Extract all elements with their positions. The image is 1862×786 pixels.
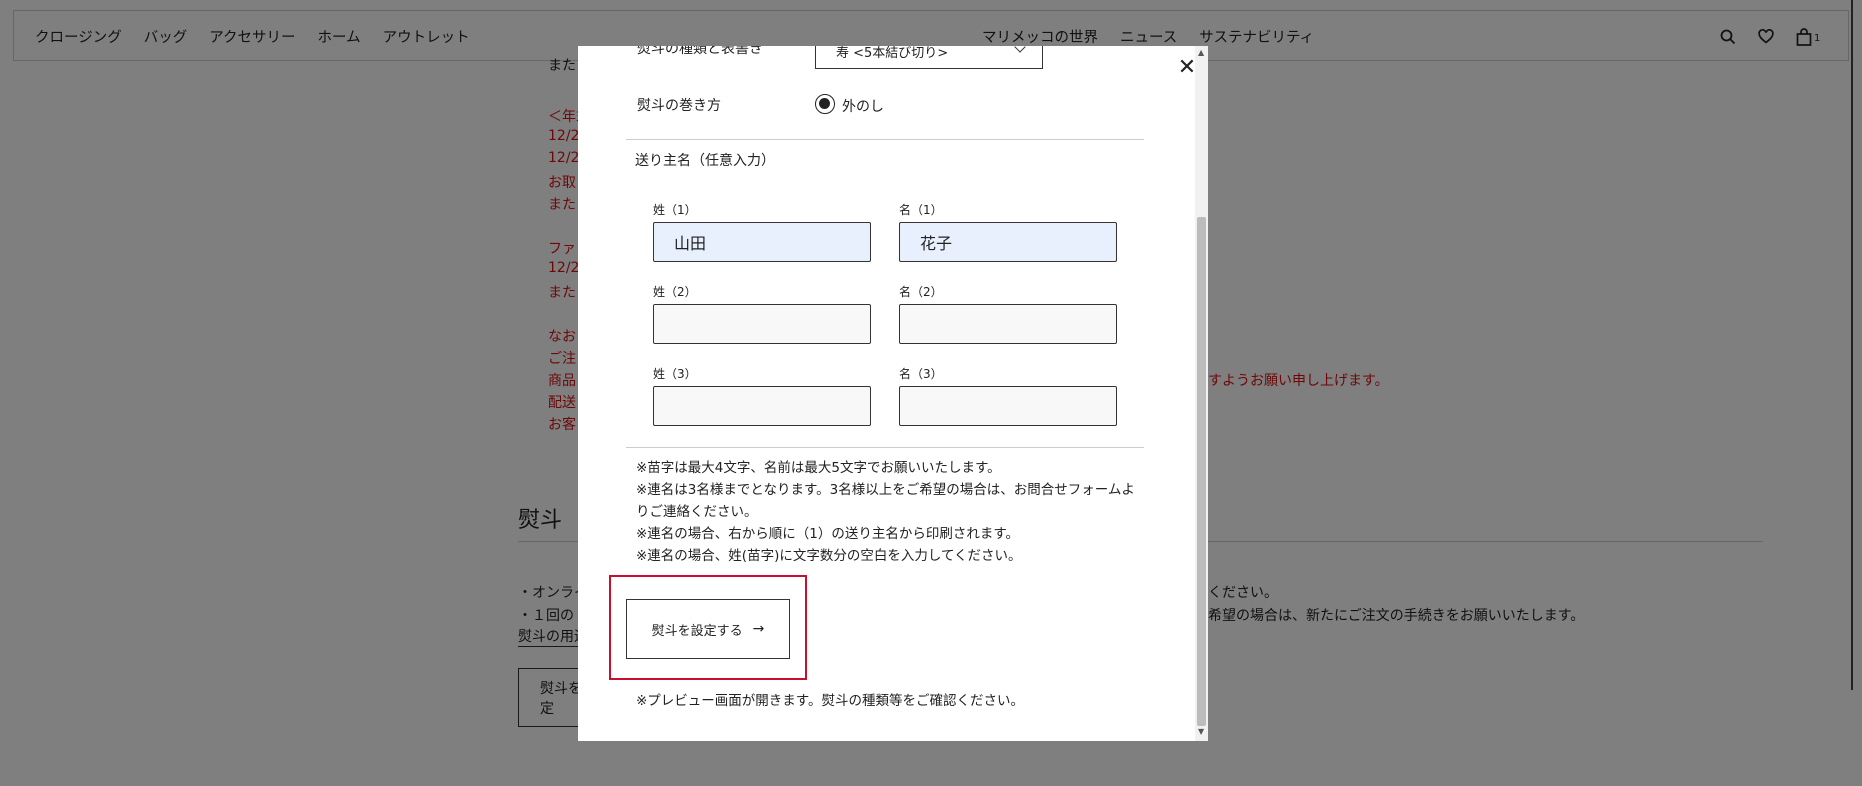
wrap-outer-radio[interactable] — [815, 94, 835, 114]
first-name-1-input[interactable] — [899, 222, 1117, 262]
scrollbar-thumb[interactable] — [1197, 217, 1206, 726]
wrap-outer-option-label[interactable]: 外のし — [842, 96, 884, 116]
divider — [626, 447, 1144, 448]
noshi-modal: 熨斗の種類と表書き 寿 <5本結び切り> 熨斗の巻き方 外のし 送り主名（任意入… — [578, 46, 1208, 741]
first-name-2-label: 名（2） — [899, 285, 943, 299]
noshi-type-label: 熨斗の種類と表書き — [637, 46, 763, 57]
scroll-down-arrow-icon[interactable]: ▼ — [1198, 727, 1204, 736]
sender-name-title: 送り主名（任意入力） — [635, 153, 775, 169]
last-name-1-label: 姓（1） — [653, 203, 697, 217]
first-name-3-label: 名（3） — [899, 367, 943, 381]
name-notes: ※苗字は最大4文字、名前は最大5文字でお願いいたします。 ※連名は3名様までとな… — [636, 457, 1136, 567]
set-noshi-label: 熨斗を設定する — [651, 623, 743, 639]
wrap-style-label: 熨斗の巻き方 — [637, 98, 721, 114]
preview-note: ※プレビュー画面が開きます。熨斗の種類等をご確認ください。 — [636, 693, 1024, 709]
divider — [626, 139, 1144, 140]
noshi-type-value: 寿 <5本結び切り> — [836, 46, 949, 61]
note-line: ※苗字は最大4文字、名前は最大5文字でお願いいたします。 — [636, 460, 1001, 476]
note-line: ※連名の場合、右から順に（1）の送り主名から印刷されます。 — [636, 526, 1020, 542]
window-edge — [1851, 0, 1853, 690]
noshi-type-select[interactable]: 寿 <5本結び切り> — [815, 46, 1043, 69]
first-name-1-label: 名（1） — [899, 203, 943, 217]
set-noshi-button[interactable]: 熨斗を設定する → — [626, 599, 790, 659]
scroll-up-arrow-icon[interactable]: ▲ — [1198, 48, 1204, 57]
note-line: ※連名の場合、姓(苗字)に文字数分の空白を入力してください。 — [636, 548, 1022, 564]
modal-scrollbar[interactable]: ▲ ▼ — [1195, 46, 1208, 741]
arrow-right-icon: → — [752, 621, 765, 637]
last-name-3-input[interactable] — [653, 386, 871, 426]
chevron-down-icon — [1014, 46, 1026, 53]
last-name-1-input[interactable] — [653, 222, 871, 262]
note-line: ※連名は3名様までとなります。3名様以上をご希望の場合は、お問合せフォームよりご… — [636, 482, 1135, 520]
first-name-2-input[interactable] — [899, 304, 1117, 344]
first-name-3-input[interactable] — [899, 386, 1117, 426]
last-name-2-input[interactable] — [653, 304, 871, 344]
last-name-3-label: 姓（3） — [653, 367, 697, 381]
last-name-2-label: 姓（2） — [653, 285, 697, 299]
